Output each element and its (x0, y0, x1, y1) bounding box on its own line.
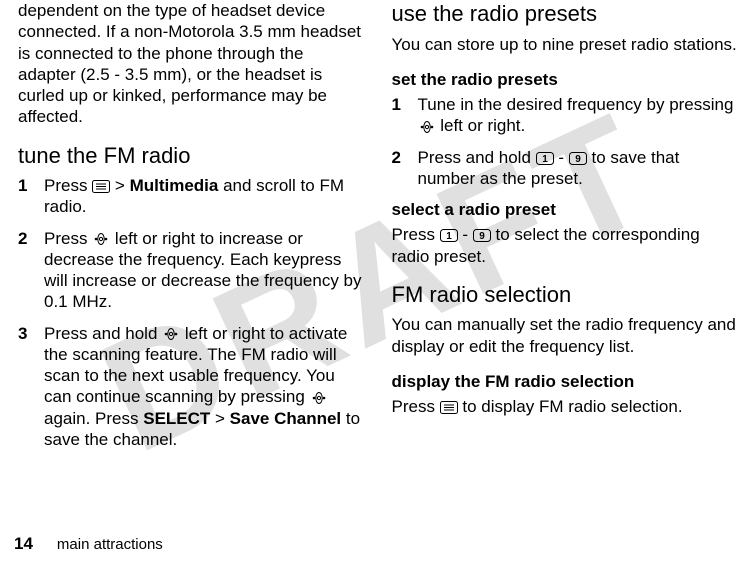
svg-text:9: 9 (479, 231, 485, 242)
step-number: 2 (392, 147, 418, 190)
key-1-icon: 1 (536, 152, 554, 165)
step-body: Press and hold left or right to activate… (44, 323, 364, 451)
svg-text:1: 1 (446, 231, 452, 242)
nav-icon (418, 120, 436, 134)
step-body: Tune in the desired frequency by pressin… (418, 94, 738, 137)
step-number: 3 (18, 323, 44, 451)
tune-steps: 1 Press > Multimedia and scroll to FM ra… (18, 175, 364, 450)
heading-use-presets: use the radio presets (392, 0, 738, 28)
svg-text:1: 1 (542, 154, 548, 165)
svg-text:9: 9 (575, 154, 581, 165)
step-body: Press > Multimedia and scroll to FM radi… (44, 175, 364, 218)
page-number: 14 (14, 534, 33, 554)
right-column: use the radio presets You can store up t… (378, 0, 752, 510)
text: Press and hold (44, 324, 162, 343)
presets-intro: You can store up to nine preset radio st… (392, 34, 738, 55)
text: Press (392, 225, 440, 244)
page-footer: 14 main attractions (14, 534, 163, 554)
nav-icon (162, 327, 180, 341)
text: Tune in the desired frequency by pressin… (418, 95, 734, 114)
list-item: 2 Press and hold 1 - 9 to save that numb… (392, 147, 738, 190)
intro-paragraph: dependent on the type of headset device … (18, 0, 364, 128)
footer-chapter: main attractions (57, 536, 163, 553)
two-column-layout: dependent on the type of headset device … (0, 0, 755, 510)
nav-icon (310, 391, 328, 405)
heading-fm-selection: FM radio selection (392, 281, 738, 309)
nav-icon (92, 232, 110, 246)
step-number: 2 (18, 228, 44, 313)
save-channel-label: Save Channel (230, 409, 342, 428)
list-item: 2 Press left or right to increase or dec… (18, 228, 364, 313)
menu-icon (92, 180, 110, 193)
text: - (458, 225, 473, 244)
text: Press (44, 229, 92, 248)
step-body: Press and hold 1 - 9 to save that number… (418, 147, 738, 190)
bold-multimedia: Multimedia (130, 176, 219, 195)
step-number: 1 (18, 175, 44, 218)
select-label: SELECT (143, 409, 210, 428)
subheading-set-presets: set the radio presets (392, 69, 738, 90)
key-9-icon: 9 (473, 229, 491, 242)
key-1-icon: 1 (440, 229, 458, 242)
text: to display FM radio selection. (458, 397, 683, 416)
heading-tune-fm: tune the FM radio (18, 142, 364, 170)
key-9-icon: 9 (569, 152, 587, 165)
list-item: 3 Press and hold left or right to activa… (18, 323, 364, 451)
left-column: dependent on the type of headset device … (4, 0, 378, 510)
set-preset-steps: 1 Tune in the desired frequency by press… (392, 94, 738, 189)
step-body: Press left or right to increase or decre… (44, 228, 364, 313)
step-number: 1 (392, 94, 418, 137)
list-item: 1 Tune in the desired frequency by press… (392, 94, 738, 137)
text: left or right. (436, 116, 526, 135)
subheading-select-preset: select a radio preset (392, 199, 738, 220)
text: - (554, 148, 569, 167)
select-preset-text: Press 1 - 9 to select the corresponding … (392, 224, 738, 267)
text: again. Press (44, 409, 143, 428)
display-selection-text: Press to display FM radio selection. (392, 396, 738, 417)
menu-icon (440, 401, 458, 414)
text: > (210, 409, 229, 428)
text: > (110, 176, 129, 195)
text: Press (392, 397, 440, 416)
text: Press (44, 176, 92, 195)
fm-selection-intro: You can manually set the radio frequency… (392, 314, 738, 357)
subheading-display-selection: display the FM radio selection (392, 371, 738, 392)
list-item: 1 Press > Multimedia and scroll to FM ra… (18, 175, 364, 218)
text: Press and hold (418, 148, 536, 167)
